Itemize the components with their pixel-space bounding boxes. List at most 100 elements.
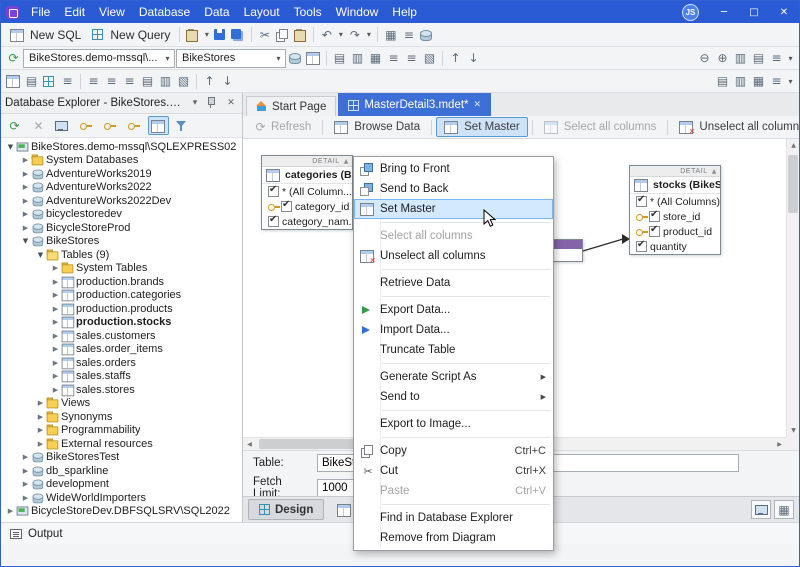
new-database-button[interactable]	[287, 50, 304, 67]
collapse-icon[interactable]	[344, 158, 349, 165]
menu-item-generate-script-as[interactable]: Generate Script As	[354, 367, 553, 387]
collapse-icon[interactable]	[712, 168, 717, 175]
table-title[interactable]: categories (B...	[262, 167, 352, 184]
menu-item-import-data[interactable]: Import Data...	[354, 320, 553, 340]
paste-options-button[interactable]	[184, 26, 201, 43]
toolbar-icon[interactable]	[400, 26, 417, 43]
scroll-left-arrow[interactable]: ◀	[243, 438, 256, 451]
menu-item-export-data[interactable]: Export Data...	[354, 300, 553, 320]
tree-item-database[interactable]: db_sparkline	[1, 464, 242, 478]
tree-item-folder[interactable]: External resources	[1, 437, 242, 451]
column-row[interactable]: category_id	[262, 199, 352, 214]
checkbox-checked[interactable]	[636, 194, 647, 207]
arrange-down-icon[interactable]	[219, 73, 236, 90]
browse-data-button[interactable]: Browse Data	[327, 117, 427, 137]
close-tab-icon[interactable]	[474, 100, 482, 110]
expand-icon[interactable]	[50, 318, 61, 326]
vertical-scroll-thumb[interactable]	[788, 155, 798, 213]
menu-item-unselect-all-columns[interactable]: Unselect all columns	[354, 246, 553, 266]
diagram-button[interactable]	[5, 73, 22, 90]
tree-item-database[interactable]: BikeStores	[1, 235, 242, 249]
save-all-button[interactable]	[230, 26, 247, 43]
align-left-icon[interactable]	[85, 73, 102, 90]
menu-item-send-to[interactable]: Send to	[354, 387, 553, 407]
document-button[interactable]	[41, 73, 58, 90]
scroll-up-arrow[interactable]: ▲	[787, 139, 799, 152]
expand-icon[interactable]	[20, 494, 31, 502]
new-query-button[interactable]: New Query	[87, 26, 175, 44]
toolbar-icon[interactable]	[331, 50, 348, 67]
scroll-right-arrow[interactable]: ▶	[773, 438, 786, 451]
tab-masterdetail3[interactable]: MasterDetail3.mdet*	[338, 93, 492, 116]
menu-data[interactable]: Data	[197, 1, 236, 23]
toolbar-overflow-arrow[interactable]	[786, 77, 795, 86]
menu-tools[interactable]: Tools	[287, 1, 329, 23]
menu-edit[interactable]: Edit	[57, 1, 92, 23]
redo-dropdown-arrow[interactable]	[364, 30, 373, 39]
redo-button[interactable]	[346, 26, 363, 43]
checkbox-checked[interactable]	[649, 209, 660, 222]
menu-item-send-to-back[interactable]: Send to Back	[354, 179, 553, 199]
expand-icon[interactable]	[50, 359, 61, 367]
tree-item-database[interactable]: WideWorldImporters	[1, 491, 242, 505]
expand-icon[interactable]	[20, 480, 31, 488]
disconnect-icon[interactable]	[28, 116, 49, 135]
toolbar-icon[interactable]	[768, 73, 785, 90]
menu-item-paste[interactable]: Paste Ctrl+V	[354, 481, 553, 501]
minimize-button[interactable]	[709, 1, 739, 23]
menu-view[interactable]: View	[92, 1, 132, 23]
align-middle-icon[interactable]	[157, 73, 174, 90]
tree-item-table[interactable]: production.stocks	[1, 316, 242, 330]
zoom-in-icon[interactable]	[714, 50, 731, 67]
align-center-icon[interactable]	[103, 73, 120, 90]
expand-icon[interactable]	[35, 440, 46, 448]
column-row[interactable]: * (All Column...	[262, 184, 352, 199]
scroll-down-arrow[interactable]: ▼	[787, 424, 799, 437]
tree-item-server[interactable]: BicycleStoreDev.DBFSQLSRV\SQL2022	[1, 505, 242, 519]
tree-item-folder[interactable]: System Databases	[1, 154, 242, 168]
refresh-connection-icon[interactable]	[5, 50, 22, 67]
checkbox-checked[interactable]	[281, 199, 292, 212]
expand-icon[interactable]	[20, 224, 31, 232]
table-title[interactable]: stocks (BikeSt...	[630, 177, 720, 194]
menu-item-truncate-table[interactable]: Truncate Table	[354, 340, 553, 360]
toolbar-icon[interactable]	[23, 73, 40, 90]
menu-file[interactable]: File	[24, 1, 57, 23]
checkbox-checked[interactable]	[268, 214, 279, 227]
layout-view-button[interactable]	[751, 500, 771, 519]
expand-icon[interactable]	[35, 426, 46, 434]
toolbar-icon[interactable]	[768, 50, 785, 67]
vertical-scrollbar[interactable]: ▲ ▼	[786, 139, 799, 437]
diagram-table-categories[interactable]: DETAIL categories (B... * (All Column...	[261, 155, 353, 230]
expand-icon[interactable]	[20, 156, 31, 164]
column-row[interactable]: quantity	[630, 239, 720, 254]
toolbar-icon[interactable]	[385, 50, 402, 67]
expand-icon[interactable]	[20, 183, 31, 191]
toolbar-icon[interactable]	[382, 26, 399, 43]
save-button[interactable]	[212, 26, 229, 43]
database-icon[interactable]	[418, 26, 435, 43]
tree-item-table[interactable]: production.products	[1, 302, 242, 316]
menu-item-find-in-database-explorer[interactable]: Find in Database Explorer	[354, 508, 553, 528]
menu-item-set-master[interactable]: Set Master	[354, 199, 553, 219]
tree-item-table[interactable]: sales.staffs	[1, 370, 242, 384]
tree-item-folder[interactable]: System Tables	[1, 262, 242, 276]
expand-icon[interactable]	[20, 453, 31, 461]
tree-item-database[interactable]: BicycleStoreProd	[1, 221, 242, 235]
tree-item-database[interactable]: development	[1, 478, 242, 492]
expand-icon[interactable]	[50, 345, 61, 353]
tree-item-database[interactable]: AdventureWorks2019	[1, 167, 242, 181]
chevron-down-icon[interactable]	[188, 96, 202, 110]
set-master-button[interactable]: Set Master	[436, 117, 528, 137]
expand-icon[interactable]	[35, 413, 46, 421]
expand-icon[interactable]	[20, 467, 31, 475]
key-icon[interactable]	[124, 116, 145, 135]
expand-icon[interactable]	[50, 278, 61, 286]
tree-item-folder[interactable]: Views	[1, 397, 242, 411]
diagram-table-stocks[interactable]: DETAIL stocks (BikeSt... * (All Columns)	[629, 165, 721, 255]
move-down-icon[interactable]	[465, 50, 482, 67]
checkbox-checked[interactable]	[268, 184, 279, 197]
menu-database[interactable]: Database	[132, 1, 197, 23]
menu-item-retrieve-data[interactable]: Retrieve Data	[354, 273, 553, 293]
tree-item-table[interactable]: sales.order_items	[1, 343, 242, 357]
